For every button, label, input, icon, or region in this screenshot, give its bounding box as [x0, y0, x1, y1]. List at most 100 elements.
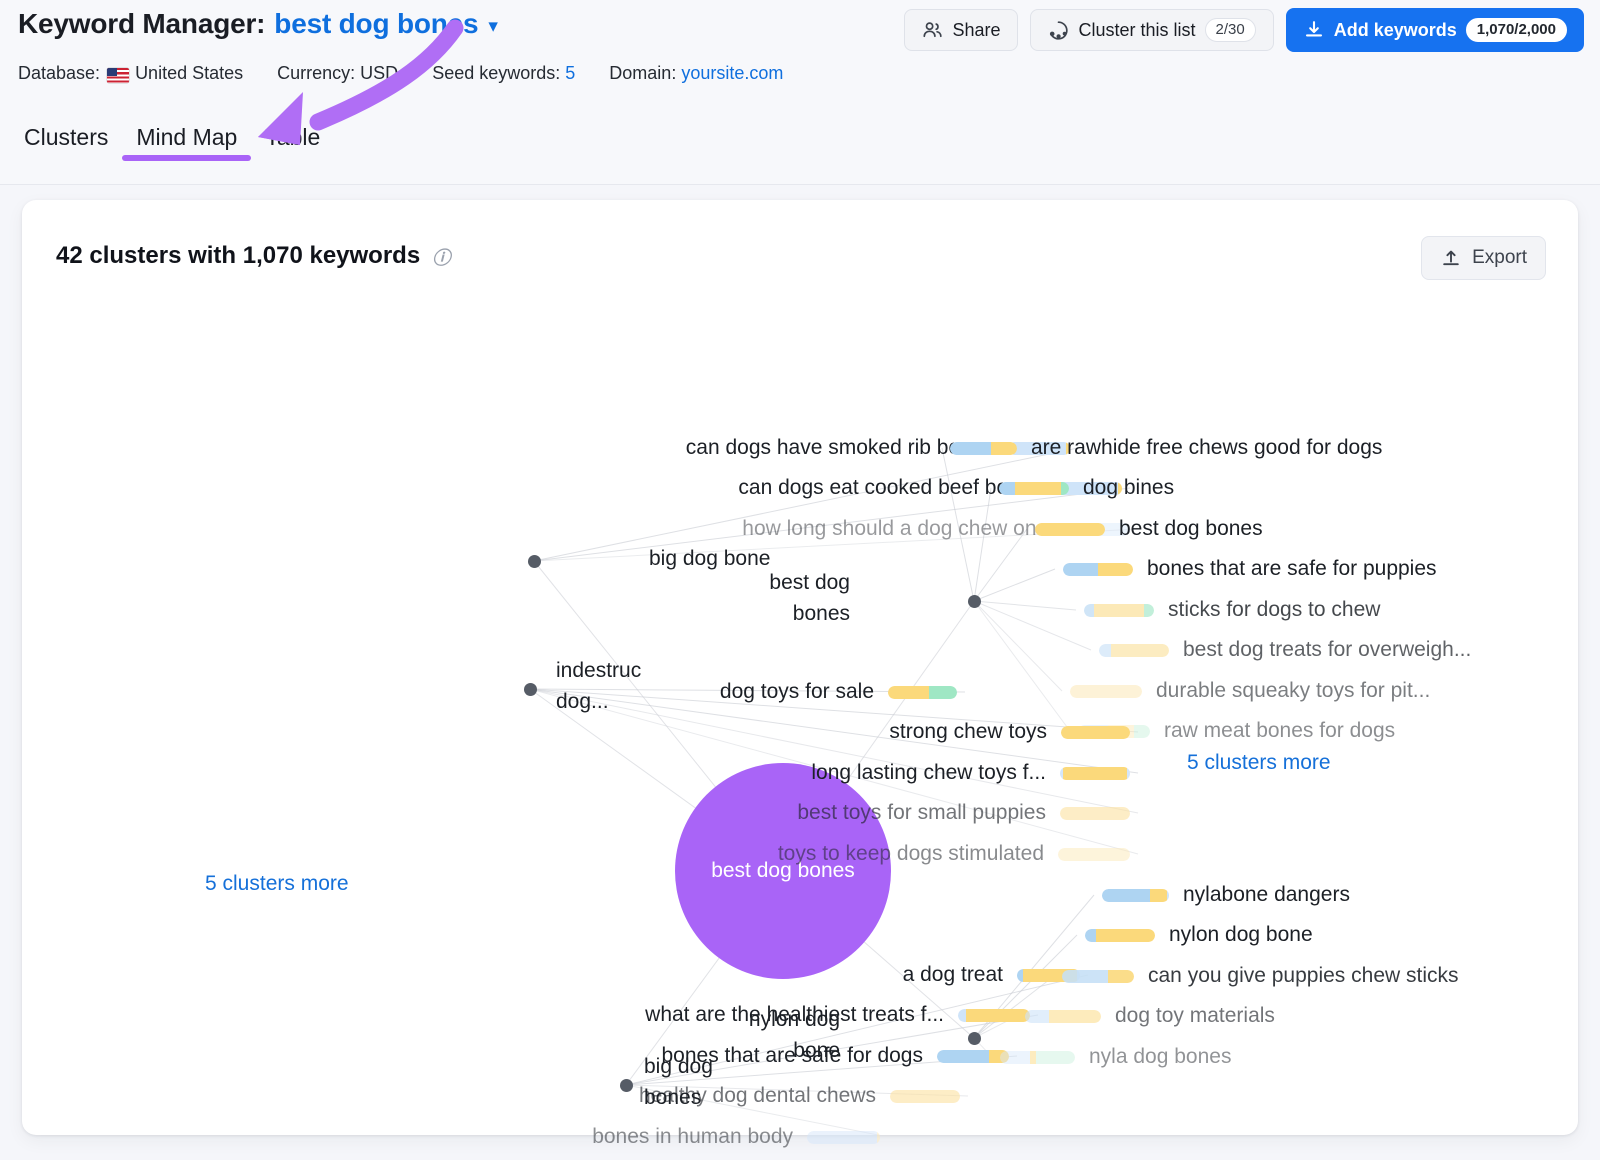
- keyword-metric-bar-segment: [1127, 766, 1130, 780]
- mind-map-keyword[interactable]: dog bines: [999, 475, 1174, 501]
- cluster-summary: 42 clusters with 1,070 keywords ⓘ: [56, 242, 450, 270]
- tab-table[interactable]: Table: [251, 124, 334, 169]
- show-more-clusters-link[interactable]: 5 clusters more: [1187, 751, 1331, 775]
- meta-seed-value[interactable]: 5: [565, 63, 575, 84]
- mind-map-keyword[interactable]: healthy dog dental chews: [639, 1083, 960, 1109]
- keyword-metric-bar: [1060, 766, 1130, 780]
- mind-map-node-label[interactable]: nylon dog bone: [722, 1004, 840, 1066]
- keyword-metric-bar-segment: [1094, 603, 1144, 617]
- keyword-metric-bar: [1063, 562, 1133, 576]
- mind-map-hub-node[interactable]: best dog bones: [675, 763, 891, 979]
- keyword-metric-bar-segment: [1025, 1009, 1049, 1023]
- tab-mind-map[interactable]: Mind Map: [122, 124, 252, 169]
- keyword-metric-bar: [1070, 684, 1142, 698]
- mind-map-keyword[interactable]: bones that are safe for puppies: [1063, 556, 1437, 582]
- mind-map-keyword-label: dog toy materials: [1115, 1004, 1275, 1027]
- mind-map-keyword-label: durable squeaky toys for pit...: [1156, 679, 1431, 702]
- keyword-metric-bar-segment: [1070, 684, 1142, 698]
- keyword-metric-bar-segment: [1111, 643, 1169, 657]
- keyword-metric-bar: [937, 1049, 1009, 1063]
- keyword-metric-bar-segment: [807, 1130, 877, 1144]
- people-icon: [922, 20, 943, 40]
- keyword-metric-bar: [1025, 1009, 1101, 1023]
- mind-map-node-dot[interactable]: [967, 1031, 981, 1045]
- page-title-prefix: Keyword Manager:: [18, 8, 266, 39]
- chevron-down-icon[interactable]: ▾: [488, 17, 498, 36]
- mind-map-keyword[interactable]: best dog bones: [1035, 516, 1263, 542]
- keyword-metric-bar-segment: [1085, 928, 1096, 942]
- meta-seed-label: Seed keywords:: [432, 63, 561, 83]
- mind-map-canvas[interactable]: best dog bones big dog bone can dogs have…: [22, 296, 1578, 1148]
- mind-map-keyword[interactable]: best toys for small puppies: [797, 800, 1130, 826]
- mind-map-keyword[interactable]: nylon dog bone: [1085, 922, 1313, 948]
- keyword-metric-bar-segment: [1144, 603, 1154, 617]
- mind-map-keyword[interactable]: dog toys for sale: [720, 679, 957, 705]
- cluster-summary-text: 42 clusters with 1,070 keywords: [56, 242, 421, 269]
- mind-map-node-dot[interactable]: [527, 554, 541, 568]
- mind-map-keyword-label: best dog treats for overweigh...: [1183, 638, 1472, 661]
- meta-domain: Domain: yoursite.com: [609, 63, 783, 84]
- mind-map-keyword[interactable]: nyla dog bones: [1000, 1044, 1231, 1070]
- cluster-this-list-button[interactable]: Cluster this list 2/30: [1030, 9, 1274, 51]
- keyword-metric-bar: [1099, 643, 1169, 657]
- keyword-metric-bar-segment: [1134, 724, 1150, 738]
- keyword-metric-bar-segment: [1102, 888, 1150, 902]
- mind-map-keyword[interactable]: a dog treat: [903, 962, 1080, 988]
- mind-map-keyword[interactable]: toys to keep dogs stimulated: [778, 841, 1130, 867]
- meta-currency: Currency: USD: [277, 63, 398, 84]
- mind-map-keyword-label: dog toys for sale: [719, 680, 874, 703]
- mind-map-node-dot[interactable]: [967, 594, 981, 608]
- keyword-metric-bar-segment: [1000, 1050, 1030, 1064]
- mind-map-node-dot[interactable]: [523, 682, 537, 696]
- mind-map-keyword[interactable]: strong chew toys: [889, 719, 1130, 745]
- mind-map-keyword-label: sticks for dogs to chew: [1168, 598, 1381, 621]
- mind-map-keyword[interactable]: best dog treats for overweigh...: [1099, 637, 1471, 663]
- mind-map-keyword-label: strong chew toys: [889, 720, 1047, 743]
- keyword-metric-bar: [890, 1089, 960, 1103]
- keyword-metric-bar: [1035, 522, 1105, 536]
- show-more-clusters-link[interactable]: 5 clusters more: [205, 872, 349, 896]
- cluster-this-list-label: Cluster this list: [1078, 19, 1196, 40]
- tab-clusters[interactable]: Clusters: [18, 124, 122, 169]
- us-flag-icon: [107, 68, 130, 83]
- keyword-metric-bar-segment: [1167, 888, 1169, 902]
- mind-map-keyword-label: nylon dog bone: [1169, 923, 1313, 946]
- mind-map-keyword[interactable]: durable squeaky toys for pit...: [1070, 678, 1430, 704]
- export-button[interactable]: Export: [1421, 236, 1546, 280]
- mind-map-keyword[interactable]: can you give puppies chew sticks: [1062, 963, 1459, 989]
- add-keywords-button[interactable]: Add keywords 1,070/2,000: [1285, 8, 1584, 52]
- mind-map-node-label[interactable]: indestruc dog...: [556, 655, 674, 717]
- cluster-icon: [1048, 20, 1069, 41]
- keyword-metric-bar-segment: [1036, 1050, 1075, 1064]
- mind-map-keyword-label: can dogs have smoked rib bones: [685, 436, 994, 459]
- cluster-usage-badge: 2/30: [1204, 18, 1256, 42]
- keyword-metric-bar: [958, 1008, 1030, 1022]
- mindmap-card: 42 clusters with 1,070 keywords ⓘ Export…: [22, 200, 1578, 1148]
- mind-map-keyword[interactable]: dog toy materials: [1025, 1003, 1275, 1029]
- download-icon: [1303, 19, 1325, 41]
- keyword-metric-bar-segment: [937, 1049, 989, 1063]
- mind-map-keyword[interactable]: are rawhide free chews good for dogs: [950, 435, 1382, 461]
- mind-map-keyword-label: healthy dog dental chews: [639, 1084, 876, 1107]
- keyword-metric-bar-segment: [1063, 766, 1127, 780]
- current-keyword-list-link[interactable]: best dog bones: [274, 8, 478, 40]
- mind-map-node-label[interactable]: best dog bones: [732, 567, 850, 629]
- meta-currency-value: USD: [360, 63, 399, 83]
- tab-clusters-label: Clusters: [24, 124, 109, 150]
- meta-domain-value[interactable]: yoursite.com: [681, 63, 783, 84]
- mind-map-keyword-label: can you give puppies chew sticks: [1148, 964, 1459, 987]
- keyword-metric-bar-segment: [1099, 643, 1111, 657]
- mind-map-keyword[interactable]: nylabone dangers: [1102, 882, 1350, 908]
- keyword-metric-bar: [1102, 888, 1169, 902]
- keyword-metric-bar: [807, 1130, 880, 1144]
- mind-map-keyword[interactable]: long lasting chew toys f...: [811, 760, 1130, 786]
- share-button-label: Share: [952, 19, 1001, 40]
- share-button[interactable]: Share: [904, 9, 1019, 51]
- mind-map-node-dot[interactable]: [619, 1078, 633, 1092]
- mind-map-keyword-label: toys to keep dogs stimulated: [777, 842, 1044, 865]
- keyword-metric-bar: [1085, 928, 1155, 942]
- info-icon[interactable]: ⓘ: [432, 244, 450, 270]
- mind-map-keyword[interactable]: bones in human body: [592, 1124, 880, 1150]
- keyword-metric-bar-segment: [1035, 522, 1105, 536]
- mind-map-keyword[interactable]: sticks for dogs to chew: [1084, 597, 1380, 623]
